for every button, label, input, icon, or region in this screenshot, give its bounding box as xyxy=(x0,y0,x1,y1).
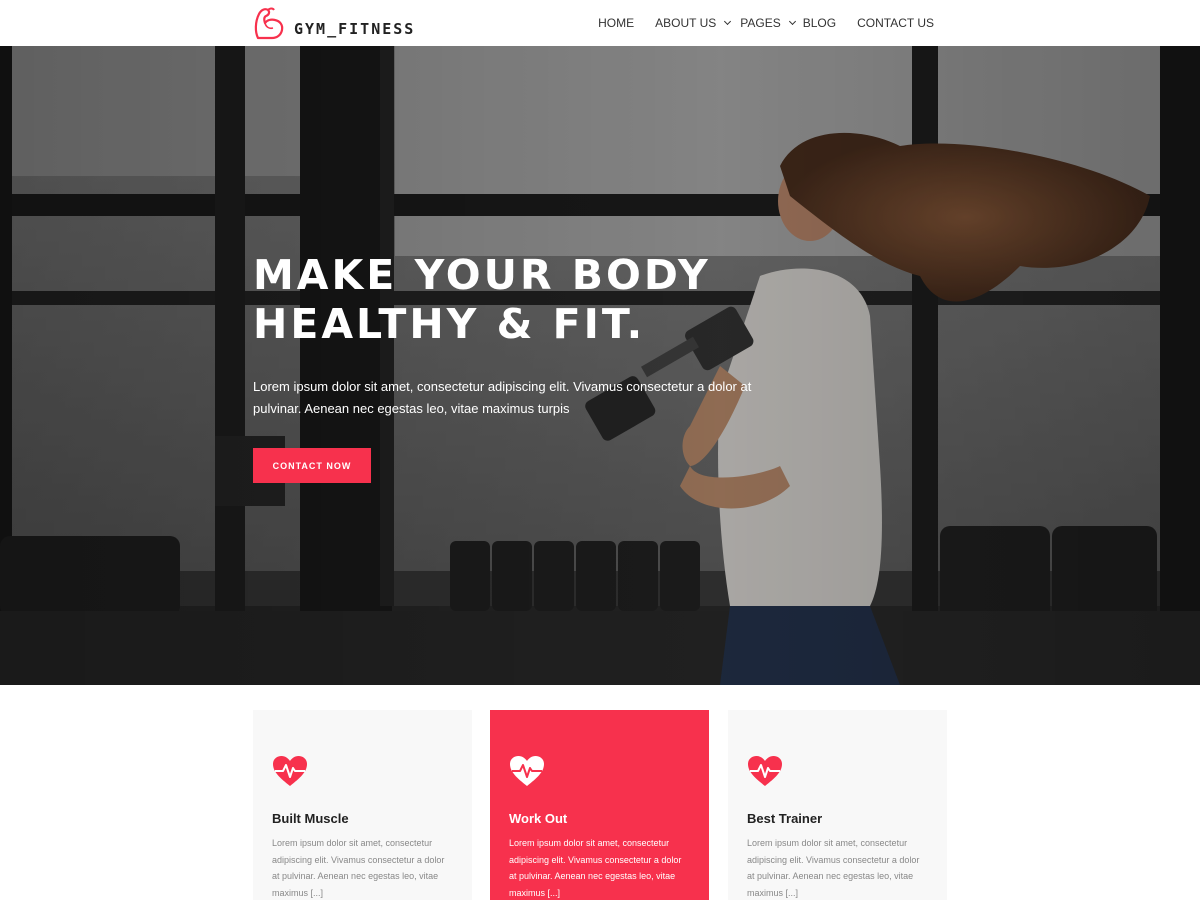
nav-contact-us[interactable]: CONTACT US xyxy=(857,16,934,30)
feature-card-built-muscle[interactable]: Built Muscle Lorem ipsum dolor sit amet,… xyxy=(253,710,472,900)
feature-title: Built Muscle xyxy=(272,811,349,826)
hero-description: Lorem ipsum dolor sit amet, consectetur … xyxy=(253,379,752,416)
hero-title-line1: MAKE YOUR BODY xyxy=(253,251,711,299)
main-nav: HOME ABOUT US PAGES BLOG CONTACT US xyxy=(577,0,934,46)
hero-title-line2: HEALTHY & FIT. xyxy=(253,300,646,348)
nav-about-us[interactable]: ABOUT US xyxy=(655,16,732,30)
feature-title: Work Out xyxy=(509,811,568,826)
nav-blog[interactable]: BLOG xyxy=(803,16,836,30)
feature-card-best-trainer[interactable]: Best Trainer Lorem ipsum dolor sit amet,… xyxy=(728,710,947,900)
feature-title: Best Trainer xyxy=(747,811,823,826)
heart-pulse-icon xyxy=(510,756,544,786)
heart-pulse-icon xyxy=(273,756,307,786)
nav-about-us-label: ABOUT US xyxy=(655,16,717,30)
feature-text: Lorem ipsum dolor sit amet, consectetur … xyxy=(509,838,682,899)
feature-text: Lorem ipsum dolor sit amet, consectetur … xyxy=(747,838,920,899)
hero-section: MAKE YOUR BODY HEALTHY & FIT. Lorem ipsu… xyxy=(0,46,1200,685)
chevron-down-icon xyxy=(788,17,796,26)
nav-pages-label: PAGES xyxy=(740,16,781,30)
contact-now-button[interactable]: CONTACT NOW xyxy=(253,448,371,483)
heart-pulse-icon xyxy=(748,756,782,786)
features-section: Built Muscle Lorem ipsum dolor sit amet,… xyxy=(253,710,947,900)
nav-home-label: HOME xyxy=(598,16,635,30)
feature-card-work-out[interactable]: Work Out Lorem ipsum dolor sit amet, con… xyxy=(490,710,709,900)
feature-text: Lorem ipsum dolor sit amet, consectetur … xyxy=(272,838,445,899)
nav-contact-us-label: CONTACT US xyxy=(857,16,934,30)
logo-text: GYM_FITNESS xyxy=(294,20,416,38)
flexed-arm-icon xyxy=(254,7,284,40)
chevron-down-icon xyxy=(724,17,732,26)
nav-blog-label: BLOG xyxy=(802,16,837,30)
hero-title: MAKE YOUR BODY HEALTHY & FIT. xyxy=(253,251,711,349)
site-header: GYM_FITNESS HOME ABOUT US PAGES BLOG CON… xyxy=(0,0,1200,46)
site-logo[interactable]: GYM_FITNESS xyxy=(252,4,415,44)
nav-pages[interactable]: PAGES xyxy=(740,16,796,30)
nav-home[interactable]: HOME xyxy=(598,16,634,30)
hero-background-image xyxy=(0,46,1200,685)
